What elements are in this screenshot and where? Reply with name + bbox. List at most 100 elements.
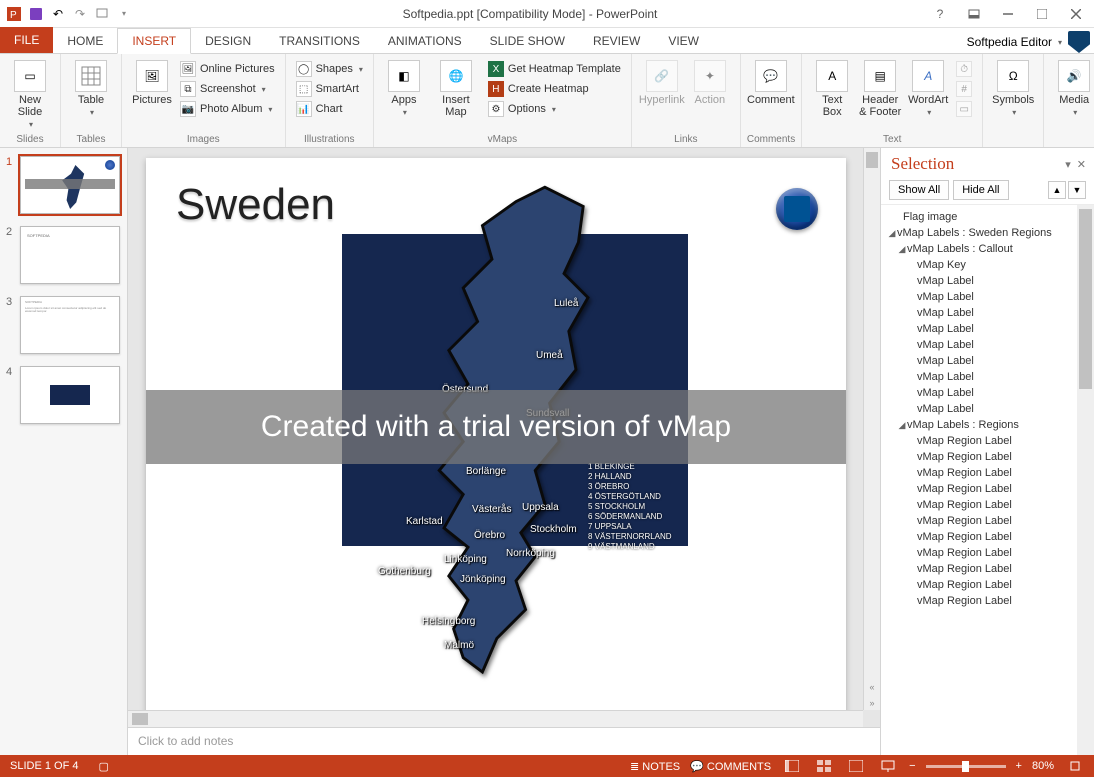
tree-item-vmap-label[interactable]: vMap Label — [887, 337, 1092, 353]
tab-design[interactable]: DESIGN — [191, 29, 265, 53]
tree-item-vmap-label[interactable]: vMap Label — [887, 321, 1092, 337]
close-button[interactable] — [1064, 4, 1088, 24]
tree-item-region-label[interactable]: vMap Region Label — [887, 481, 1092, 497]
hide-all-button[interactable]: Hide All — [953, 180, 1008, 200]
tree-item-region-label[interactable]: vMap Region Label — [887, 513, 1092, 529]
text-box-button[interactable]: AText Box — [808, 58, 856, 118]
tab-animations[interactable]: ANIMATIONS — [374, 29, 476, 53]
tree-item-flag[interactable]: Flag image⌃ — [887, 209, 1092, 225]
tree-item-region-label[interactable]: vMap Region Label — [887, 465, 1092, 481]
tab-view[interactable]: VIEW — [654, 29, 713, 53]
comment-button[interactable]: 💬Comment — [747, 58, 795, 106]
thumbnail-2[interactable]: 2 SOFTPEDIA — [6, 226, 121, 284]
fit-to-window-button[interactable] — [1064, 758, 1086, 774]
new-slide-button[interactable]: ▭ New Slide — [6, 58, 54, 129]
tab-home[interactable]: HOME — [53, 29, 117, 53]
tree-item-region-label[interactable]: vMap Region Label — [887, 593, 1092, 609]
tab-transitions[interactable]: TRANSITIONS — [265, 29, 374, 53]
shapes-button[interactable]: ◯Shapes — [292, 60, 367, 78]
bring-forward-button[interactable]: ▲ — [1048, 181, 1066, 199]
pane-options-icon[interactable]: ▾ — [1065, 158, 1071, 171]
show-all-button[interactable]: Show All — [889, 180, 949, 200]
minimize-button[interactable] — [996, 4, 1020, 24]
tree-item-vmap-label[interactable]: vMap Label — [887, 385, 1092, 401]
undo-icon[interactable]: ↶ — [50, 6, 66, 22]
tree-item-vmap-label[interactable]: vMap Label — [887, 401, 1092, 417]
start-from-beginning-icon[interactable] — [94, 6, 110, 22]
slide-sorter-button[interactable] — [813, 758, 835, 774]
tree-item-region-label[interactable]: vMap Region Label — [887, 561, 1092, 577]
date-time-button[interactable]: ⏱ — [952, 60, 976, 78]
spell-check-icon[interactable]: ▢ — [88, 760, 118, 773]
normal-view-button[interactable] — [781, 758, 803, 774]
zoom-in-button[interactable]: + — [1016, 760, 1022, 772]
screenshot-button[interactable]: ⧉Screenshot — [176, 80, 279, 98]
tree-item-vmap-label[interactable]: vMap Label — [887, 289, 1092, 305]
thumbnail-1[interactable]: 1 — [6, 156, 121, 214]
pictures-button[interactable]: 🖼 Pictures — [128, 58, 176, 118]
tab-review[interactable]: REVIEW — [579, 29, 654, 53]
horizontal-scrollbar[interactable] — [128, 710, 863, 727]
tab-file[interactable]: FILE — [0, 27, 53, 53]
slide-canvas[interactable]: Sweden Luleå Umeå Östersund Sundsvall Bo… — [146, 158, 846, 710]
object-button[interactable]: ▭ — [952, 100, 976, 118]
send-backward-button[interactable]: ▼ — [1068, 181, 1086, 199]
tree-item-regions[interactable]: ◢vMap Labels : Regions — [887, 417, 1092, 433]
notes-pane[interactable]: Click to add notes — [128, 727, 880, 755]
reading-view-button[interactable] — [845, 758, 867, 774]
thumbnail-3[interactable]: 3 SOFTPEDIALorem ipsum dolor sit amet co… — [6, 296, 121, 354]
selection-scrollbar[interactable] — [1077, 205, 1094, 755]
tree-item-region-label[interactable]: vMap Region Label — [887, 577, 1092, 593]
online-pictures-button[interactable]: 🖼Online Pictures — [176, 60, 279, 78]
tab-slideshow[interactable]: SLIDE SHOW — [476, 29, 579, 53]
wordart-button[interactable]: AWordArt — [904, 58, 952, 118]
pane-close-icon[interactable]: ✕ — [1077, 158, 1086, 171]
vertical-scrollbar[interactable]: « » — [863, 148, 880, 710]
tab-insert[interactable]: INSERT — [117, 28, 191, 54]
thumbnail-4[interactable]: 4 — [6, 366, 121, 424]
tree-item-region-label[interactable]: vMap Region Label — [887, 449, 1092, 465]
notes-toggle[interactable]: ≣ NOTES — [630, 760, 680, 773]
prev-slide-icon[interactable]: « — [864, 682, 880, 692]
media-button[interactable]: 🔊Media — [1050, 58, 1094, 117]
options-button[interactable]: ⚙Options — [484, 100, 625, 118]
tree-item-region-label[interactable]: vMap Region Label — [887, 545, 1092, 561]
tree-item-region-label[interactable]: vMap Region Label — [887, 497, 1092, 513]
tree-item-vmap-label[interactable]: vMap Label — [887, 305, 1092, 321]
zoom-level-label[interactable]: 80% — [1032, 760, 1054, 772]
chart-button[interactable]: 📊Chart — [292, 100, 367, 118]
group-symbols-label — [989, 144, 1037, 146]
action-button[interactable]: ✦Action — [686, 58, 734, 106]
create-heatmap-button[interactable]: HCreate Heatmap — [484, 80, 625, 98]
tree-item-vmap-label[interactable]: vMap Label — [887, 353, 1092, 369]
tree-item-region-label[interactable]: vMap Region Label — [887, 433, 1092, 449]
table-button[interactable]: Table — [67, 58, 115, 117]
slideshow-view-button[interactable] — [877, 758, 899, 774]
qat-customize-icon[interactable]: ▾ — [116, 6, 132, 22]
redo-icon[interactable]: ↷ — [72, 6, 88, 22]
tree-item-region-label[interactable]: vMap Region Label — [887, 529, 1092, 545]
symbols-button[interactable]: ΩSymbols — [989, 58, 1037, 117]
tree-item-vmap-key[interactable]: vMap Key — [887, 257, 1092, 273]
tree-item-vmap-label[interactable]: vMap Label — [887, 273, 1092, 289]
comments-toggle[interactable]: 💬 COMMENTS — [690, 760, 771, 773]
hyperlink-button[interactable]: 🔗Hyperlink — [638, 58, 686, 106]
user-area[interactable]: Softpedia Editor ▾ — [967, 31, 1094, 53]
save-icon[interactable] — [28, 6, 44, 22]
zoom-out-button[interactable]: − — [909, 760, 915, 772]
smartart-button[interactable]: ⬚SmartArt — [292, 80, 367, 98]
tree-item-sweden-regions[interactable]: ◢vMap Labels : Sweden Regions — [887, 225, 1092, 241]
maximize-button[interactable] — [1030, 4, 1054, 24]
ribbon-display-options-icon[interactable] — [962, 4, 986, 24]
photo-album-button[interactable]: 📷Photo Album — [176, 100, 279, 118]
next-slide-icon[interactable]: » — [864, 698, 880, 708]
tree-item-callout[interactable]: ◢vMap Labels : Callout — [887, 241, 1092, 257]
tree-item-vmap-label[interactable]: vMap Label — [887, 369, 1092, 385]
get-heatmap-button[interactable]: XGet Heatmap Template — [484, 60, 625, 78]
help-icon[interactable]: ? — [928, 4, 952, 24]
zoom-slider[interactable] — [926, 765, 1006, 768]
insert-map-button[interactable]: 🌐 Insert Map — [432, 58, 480, 118]
header-footer-button[interactable]: ▤Header & Footer — [856, 58, 904, 118]
slide-number-button[interactable]: # — [952, 80, 976, 98]
apps-button[interactable]: ◧ Apps — [380, 58, 428, 118]
